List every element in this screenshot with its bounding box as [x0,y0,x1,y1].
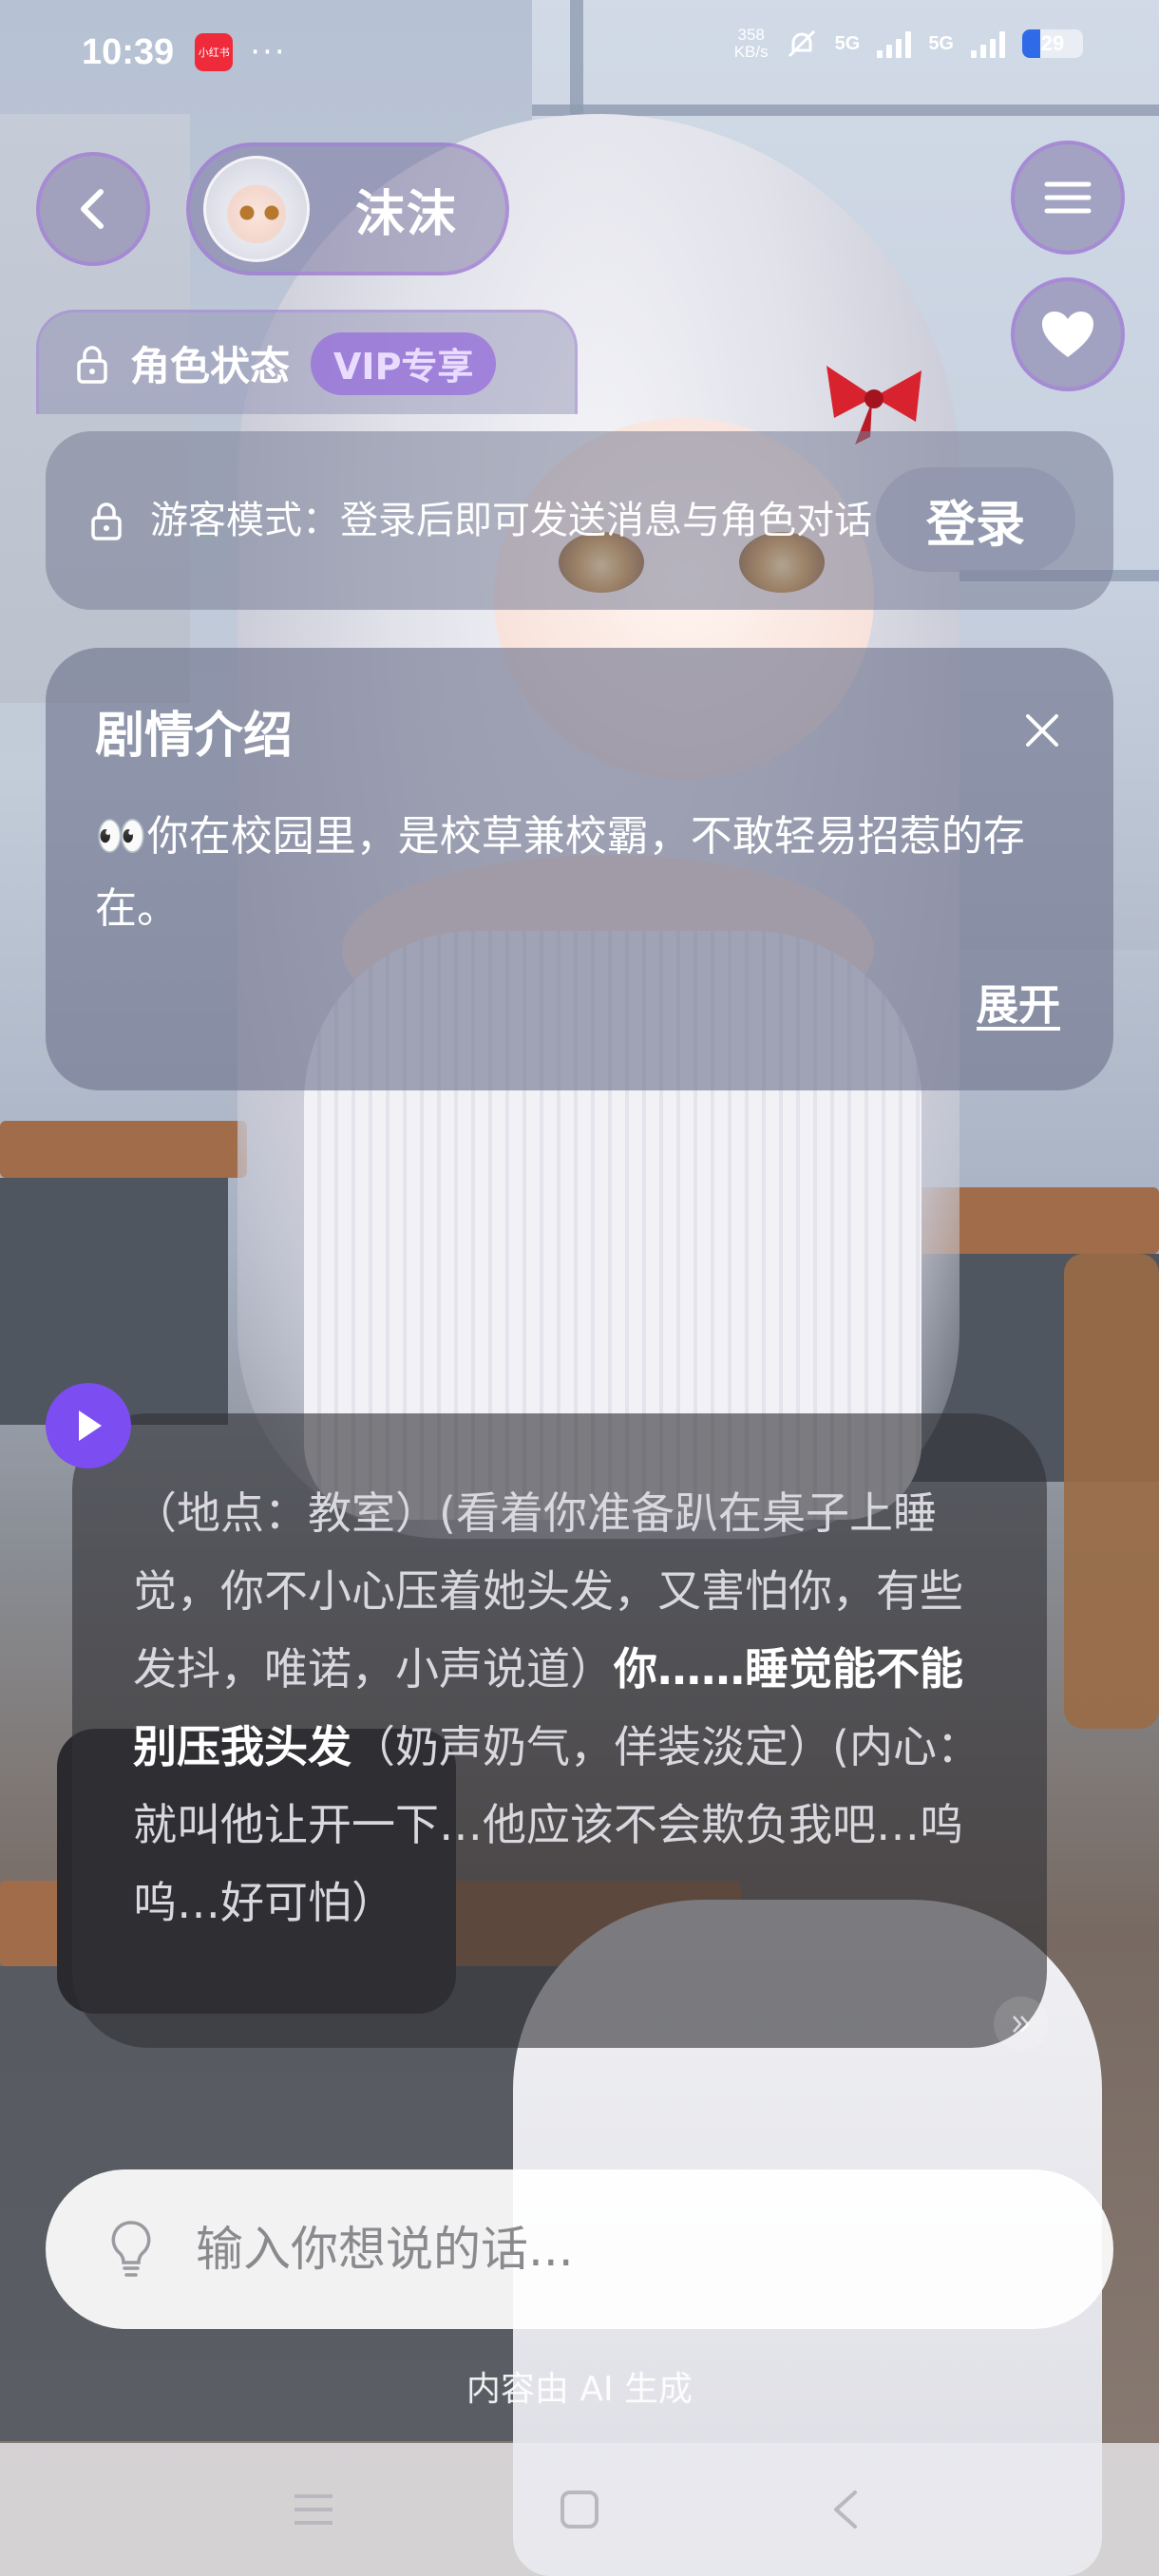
do-not-disturb-icon [788,29,815,58]
ai-generated-note: 内容由 AI 生成 [466,2370,694,2409]
battery-indicator: 29 [1022,29,1083,58]
character-profile-pill[interactable]: 沫沫 [186,142,509,275]
message-action-button[interactable] [994,1997,1049,2052]
guest-mode-notice: 游客模式：登录后即可发送消息与角色对话 登录 [46,431,1113,610]
signal-strength-icon [877,29,912,58]
system-navigation-bar [0,2443,1159,2576]
square-home-icon [560,2491,598,2529]
chevron-left-icon [81,189,104,229]
expand-link[interactable]: 展开 [977,971,1060,1032]
vip-badge: VIP专享 [311,331,497,395]
plot-intro-title: 剧情介绍 [95,708,294,765]
network-speed-unit: KB/s [733,43,769,61]
hamburger-menu-icon [294,2494,332,2525]
status-bar: 10:39 小红书 ··· 358 KB/s 5G 5G 29 [0,0,1159,104]
signal-strength-icon-2 [971,29,1005,58]
notification-app-icon: 小红书 [195,33,234,71]
login-button[interactable]: 登录 [876,467,1075,572]
nav-recents-button[interactable] [285,2481,342,2538]
play-icon [79,1411,102,1441]
menu-button[interactable] [1011,141,1125,255]
network-speed-value: 358 [737,26,765,44]
heart-icon [1042,312,1093,357]
network-speed: 358 KB/s [734,27,769,61]
network-type-1: 5G [834,32,861,54]
hamburger-menu-icon [1044,181,1092,214]
avatar[interactable] [203,156,310,262]
double-chevron-right-icon [1013,2016,1030,2033]
play-voice-button[interactable] [46,1383,131,1468]
message-input[interactable] [196,2222,1051,2277]
back-triangle-icon [834,2491,857,2529]
plot-intro-text: 👀你在校园里，是校草兼校霸，不敢轻易招惹的存在。 [95,812,1025,933]
battery-level-text: 29 [1040,31,1065,55]
role-status-label: 角色状态 [130,343,291,389]
status-more-indicator: ··· [250,33,287,71]
guest-mode-text: 游客模式：登录后即可发送消息与角色对话 [150,499,872,542]
lock-icon [91,502,122,540]
message-input-bar[interactable] [46,2169,1113,2329]
battery-fill [1022,29,1040,58]
close-icon[interactable] [1018,707,1066,754]
network-type-2: 5G [928,32,954,54]
lock-icon [77,345,107,384]
plot-intro-card: 剧情介绍 👀你在校园里，是校草兼校霸，不敢轻易招惹的存在。 展开 [46,648,1113,1090]
lightbulb-icon[interactable] [108,2219,154,2280]
favorite-button[interactable] [1011,277,1125,391]
nav-back-button[interactable] [817,2481,874,2538]
nav-home-button[interactable] [551,2481,608,2538]
back-button[interactable] [36,152,150,266]
status-time: 10:39 [82,31,175,72]
character-name: 沫沫 [355,185,459,243]
role-status-tab[interactable]: 角色状态 VIP专享 [36,310,578,414]
character-message-bubble: （地点：教室）(看着你准备趴在桌子上睡觉，你不小心压着她头发，又害怕你，有些发抖… [72,1413,1047,2048]
message-text: （地点：教室）(看着你准备趴在桌子上睡觉，你不小心压着她头发，又害怕你，有些发抖… [133,1474,986,1941]
